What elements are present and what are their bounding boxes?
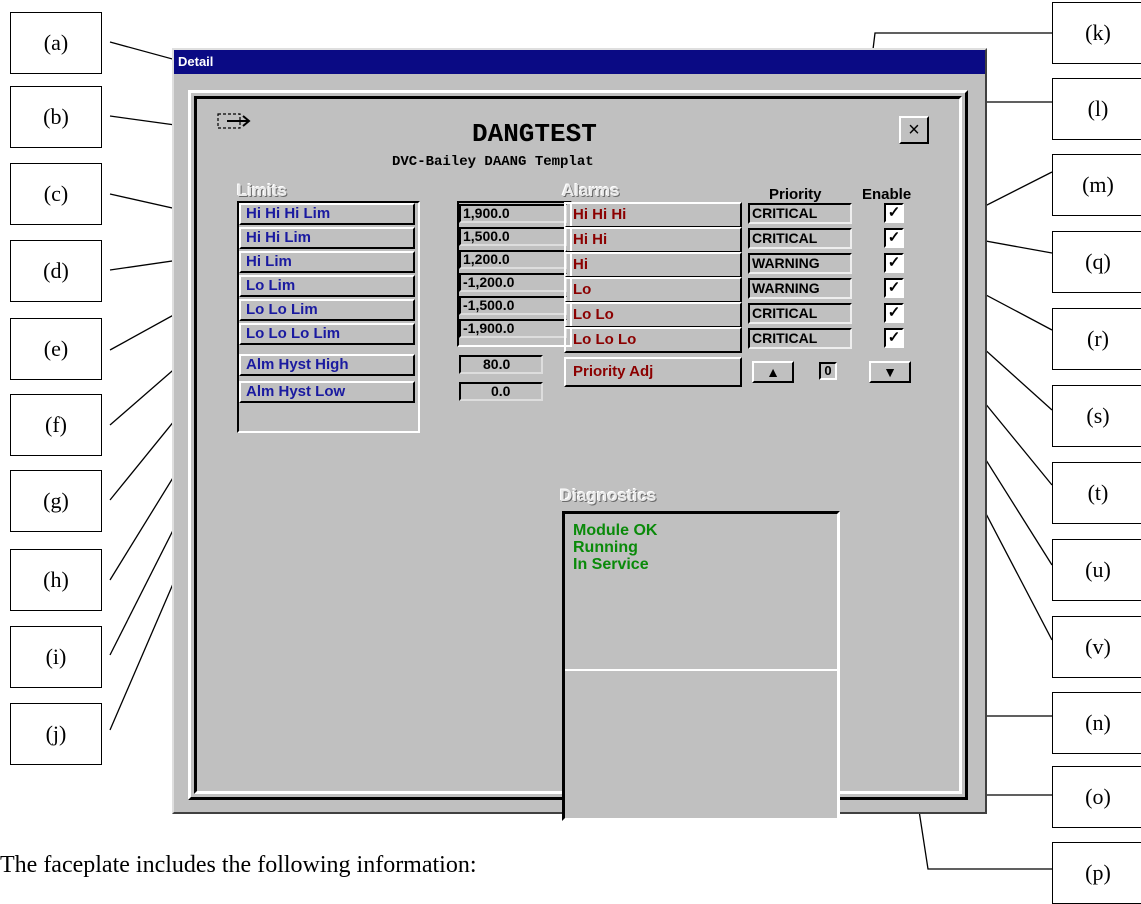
alarm-priority-lololo[interactable]: CRITICAL — [748, 328, 852, 349]
alarm-label-hihihi: Hi Hi Hi — [564, 202, 742, 228]
limit-value-hi[interactable]: 1,200.0 — [459, 250, 567, 269]
diagnostics-heading: Diagnostics — [560, 486, 657, 505]
alarm-label-lolo: Lo Lo — [564, 302, 742, 328]
callout-k: (k) — [1052, 2, 1141, 64]
callout-m: (m) — [1052, 154, 1141, 216]
diagnostics-text: Module OK Running In Service — [573, 522, 657, 573]
diagnostics-panel: Module OK Running In Service — [562, 511, 840, 821]
enable-column-header: Enable — [862, 186, 912, 203]
callout-f: (f) — [10, 394, 102, 456]
detail-window: Detail DANGTEST DVC-Bailey DAANG Templat… — [172, 48, 987, 821]
priority-up-button[interactable]: ▲ — [752, 361, 794, 383]
close-button[interactable]: × — [899, 116, 929, 144]
diagnostics-divider — [565, 669, 837, 671]
callout-d: (d) — [10, 240, 102, 302]
limit-label-lolo: Lo Lo Lim — [239, 299, 415, 321]
callout-b: (b) — [10, 86, 102, 148]
limit-value-lolo[interactable]: -1,500.0 — [459, 296, 567, 315]
callout-h: (h) — [10, 549, 102, 611]
alarm-label-hihi: Hi Hi — [564, 227, 742, 253]
detail-nav-icon[interactable] — [217, 111, 253, 131]
callout-s: (s) — [1052, 385, 1141, 447]
limit-label-alm-hyst-high: Alm Hyst High — [239, 354, 415, 376]
alarm-enable-lolo[interactable]: ✓ — [884, 303, 904, 323]
alarm-priority-hi[interactable]: WARNING — [748, 253, 852, 274]
module-name: DANGTEST — [472, 119, 597, 149]
diagnostics-line: Module OK — [573, 522, 658, 539]
callout-p: (p) — [1052, 842, 1141, 904]
alarm-enable-hi[interactable]: ✓ — [884, 253, 904, 273]
callout-v: (v) — [1052, 616, 1141, 678]
limit-label-hi: Hi Lim — [239, 251, 415, 273]
limit-value-alm-hyst-high[interactable]: 80.0 — [459, 355, 543, 374]
up-arrow-icon: ▲ — [766, 364, 780, 380]
alarm-enable-lololo[interactable]: ✓ — [884, 328, 904, 348]
alarm-label-lo: Lo — [564, 277, 742, 303]
diagnostics-line: Running — [573, 539, 638, 556]
diagnostics-line: In Service — [573, 556, 649, 573]
callout-a: (a) — [10, 12, 102, 74]
limit-label-hihi: Hi Hi Lim — [239, 227, 415, 249]
limit-label-hihihi: Hi Hi Hi Lim — [239, 203, 415, 225]
alarm-enable-lo[interactable]: ✓ — [884, 278, 904, 298]
limit-label-alm-hyst-low: Alm Hyst Low — [239, 381, 415, 403]
limits-heading: Limits — [237, 181, 288, 200]
alarms-heading: Alarms — [562, 181, 620, 200]
alarm-priority-lo[interactable]: WARNING — [748, 278, 852, 299]
callout-r: (r) — [1052, 308, 1141, 370]
faceplate-panel: DANGTEST DVC-Bailey DAANG Templat × Limi… — [194, 96, 962, 821]
callout-l: (l) — [1052, 78, 1141, 140]
callout-u: (u) — [1052, 539, 1141, 601]
limit-value-hihi[interactable]: 1,500.0 — [459, 227, 567, 246]
alarm-label-hi: Hi — [564, 252, 742, 278]
callout-i: (i) — [10, 626, 102, 688]
limit-value-lo[interactable]: -1,200.0 — [459, 273, 567, 292]
callout-g: (g) — [10, 470, 102, 532]
callout-e: (e) — [10, 318, 102, 380]
alarm-enable-hihihi[interactable]: ✓ — [884, 203, 904, 223]
priority-adj-value: 0 — [819, 362, 837, 380]
callout-c: (c) — [10, 163, 102, 225]
priority-down-button[interactable]: ▼ — [869, 361, 911, 383]
alarm-priority-hihi[interactable]: CRITICAL — [748, 228, 852, 249]
alarm-priority-hihihi[interactable]: CRITICAL — [748, 203, 852, 224]
priority-column-header: Priority — [769, 186, 822, 203]
module-description: DVC-Bailey DAANG Templat — [392, 154, 594, 170]
callout-n: (n) — [1052, 692, 1141, 754]
alarm-enable-hihi[interactable]: ✓ — [884, 228, 904, 248]
alarm-label-lololo: Lo Lo Lo — [564, 327, 742, 353]
down-arrow-icon: ▼ — [883, 364, 897, 380]
priority-adj-label: Priority Adj — [564, 357, 742, 387]
limit-label-lololo: Lo Lo Lo Lim — [239, 323, 415, 345]
callout-t: (t) — [1052, 462, 1141, 524]
limit-value-alm-hyst-low[interactable]: 0.0 — [459, 382, 543, 401]
alarm-priority-lolo[interactable]: CRITICAL — [748, 303, 852, 324]
limit-value-hihihi[interactable]: 1,900.0 — [459, 204, 567, 223]
limit-label-lo: Lo Lim — [239, 275, 415, 297]
limit-value-lololo[interactable]: -1,900.0 — [459, 319, 567, 338]
caption-text: The faceplate includes the following inf… — [0, 852, 477, 878]
callout-o: (o) — [1052, 766, 1141, 828]
callout-q: (q) — [1052, 231, 1141, 293]
close-icon: × — [908, 118, 920, 141]
callout-j: (j) — [10, 703, 102, 765]
window-title: Detail — [174, 50, 985, 74]
